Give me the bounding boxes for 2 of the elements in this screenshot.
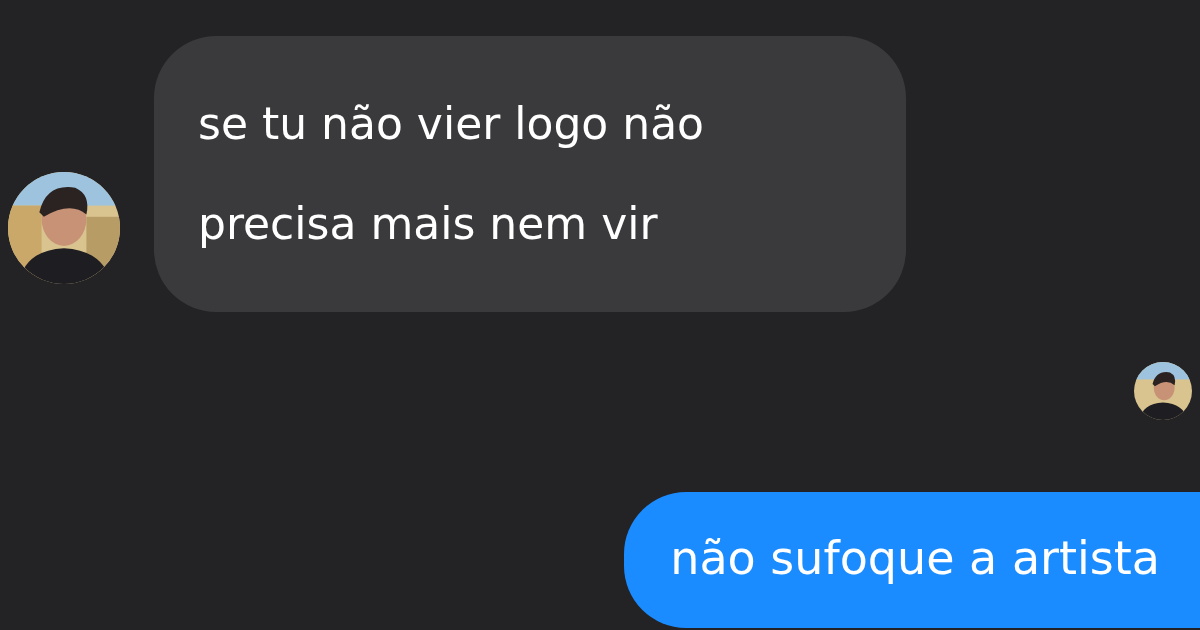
message-bubble: não sufoque a artista	[624, 492, 1200, 628]
message-bubble: se tu não vier logo não precisa mais nem vir	[154, 36, 906, 312]
